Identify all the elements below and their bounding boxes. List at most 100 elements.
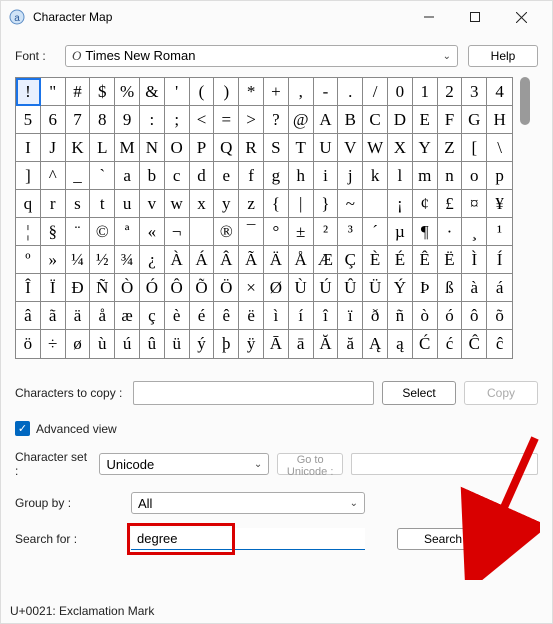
- char-cell[interactable]: ?: [264, 106, 289, 134]
- char-cell[interactable]: Û: [338, 274, 363, 302]
- char-cell[interactable]: £: [438, 190, 463, 218]
- char-cell[interactable]: û: [140, 330, 165, 358]
- char-cell[interactable]: Ù: [289, 274, 314, 302]
- char-cell[interactable]: e: [214, 162, 239, 190]
- char-cell[interactable]: É: [388, 246, 413, 274]
- char-cell[interactable]: [190, 218, 215, 246]
- char-cell[interactable]: ¼: [66, 246, 91, 274]
- char-cell[interactable]: \: [487, 134, 512, 162]
- char-cell[interactable]: p: [487, 162, 512, 190]
- char-cell[interactable]: 6: [41, 106, 66, 134]
- char-cell[interactable]: è: [165, 302, 190, 330]
- char-cell[interactable]: *: [239, 78, 264, 106]
- char-cell[interactable]: w: [165, 190, 190, 218]
- char-cell[interactable]: ą: [388, 330, 413, 358]
- char-cell[interactable]: ¿: [140, 246, 165, 274]
- char-cell[interactable]: Ĉ: [462, 330, 487, 358]
- char-cell[interactable]: o: [462, 162, 487, 190]
- scrollbar-thumb[interactable]: [520, 77, 530, 125]
- char-cell[interactable]: â: [16, 302, 41, 330]
- char-cell[interactable]: j: [338, 162, 363, 190]
- maximize-button[interactable]: [452, 1, 498, 33]
- char-cell[interactable]: á: [487, 274, 512, 302]
- char-cell[interactable]: .: [338, 78, 363, 106]
- char-cell[interactable]: Å: [289, 246, 314, 274]
- char-cell[interactable]: Â: [214, 246, 239, 274]
- groupby-select[interactable]: All⌄: [131, 492, 365, 514]
- char-cell[interactable]: y: [214, 190, 239, 218]
- char-cell[interactable]: r: [41, 190, 66, 218]
- char-cell[interactable]: ³: [338, 218, 363, 246]
- char-cell[interactable]: å: [90, 302, 115, 330]
- help-button[interactable]: Help: [468, 45, 538, 67]
- char-cell[interactable]: ë: [239, 302, 264, 330]
- char-cell[interactable]: Ā: [264, 330, 289, 358]
- char-cell[interactable]: Y: [413, 134, 438, 162]
- char-cell[interactable]: a: [115, 162, 140, 190]
- char-cell[interactable]: õ: [487, 302, 512, 330]
- char-cell[interactable]: I: [16, 134, 41, 162]
- char-cell[interactable]: ": [41, 78, 66, 106]
- char-cell[interactable]: J: [41, 134, 66, 162]
- char-cell[interactable]: q: [16, 190, 41, 218]
- characters-to-copy-input[interactable]: [133, 381, 374, 405]
- char-cell[interactable]: m: [413, 162, 438, 190]
- char-cell[interactable]: ô: [462, 302, 487, 330]
- char-cell[interactable]: z: [239, 190, 264, 218]
- char-cell[interactable]: Ø: [264, 274, 289, 302]
- char-cell[interactable]: ¯: [239, 218, 264, 246]
- char-cell[interactable]: Z: [438, 134, 463, 162]
- char-cell[interactable]: Q: [214, 134, 239, 162]
- char-cell[interactable]: ¶: [413, 218, 438, 246]
- char-cell[interactable]: @: [289, 106, 314, 134]
- char-cell[interactable]: ): [214, 78, 239, 106]
- char-cell[interactable]: T: [289, 134, 314, 162]
- char-cell[interactable]: à: [462, 274, 487, 302]
- char-cell[interactable]: b: [140, 162, 165, 190]
- char-cell[interactable]: ÷: [41, 330, 66, 358]
- char-cell[interactable]: ,: [289, 78, 314, 106]
- char-cell[interactable]: R: [239, 134, 264, 162]
- char-cell[interactable]: ø: [66, 330, 91, 358]
- char-cell[interactable]: #: [66, 78, 91, 106]
- char-cell[interactable]: f: [239, 162, 264, 190]
- char-cell[interactable]: Ă: [314, 330, 339, 358]
- char-cell[interactable]: {: [264, 190, 289, 218]
- char-cell[interactable]: ´: [363, 218, 388, 246]
- char-cell[interactable]: ý: [190, 330, 215, 358]
- font-select[interactable]: OTimes New Roman ⌄: [65, 45, 458, 67]
- char-cell[interactable]: ¦: [16, 218, 41, 246]
- char-cell[interactable]: A: [314, 106, 339, 134]
- char-cell[interactable]: O: [165, 134, 190, 162]
- search-input[interactable]: [131, 528, 365, 550]
- char-cell[interactable]: À: [165, 246, 190, 274]
- charset-select[interactable]: Unicode⌄: [99, 453, 269, 475]
- char-cell[interactable]: _: [66, 162, 91, 190]
- char-cell[interactable]: ¸: [462, 218, 487, 246]
- char-cell[interactable]: %: [115, 78, 140, 106]
- char-cell[interactable]: ò: [413, 302, 438, 330]
- char-cell[interactable]: °: [264, 218, 289, 246]
- char-cell[interactable]: ă: [338, 330, 363, 358]
- char-cell[interactable]: ß: [438, 274, 463, 302]
- char-cell[interactable]: Î: [16, 274, 41, 302]
- char-cell[interactable]: Ë: [438, 246, 463, 274]
- char-cell[interactable]: ï: [338, 302, 363, 330]
- char-cell[interactable]: W: [363, 134, 388, 162]
- char-cell[interactable]: h: [289, 162, 314, 190]
- char-cell[interactable]: |: [289, 190, 314, 218]
- char-cell[interactable]: î: [314, 302, 339, 330]
- char-cell[interactable]: 9: [115, 106, 140, 134]
- char-cell[interactable]: 5: [16, 106, 41, 134]
- char-cell[interactable]: &: [140, 78, 165, 106]
- char-cell[interactable]: ā: [289, 330, 314, 358]
- char-cell[interactable]: 7: [66, 106, 91, 134]
- char-cell[interactable]: Ö: [214, 274, 239, 302]
- char-cell[interactable]: Ü: [363, 274, 388, 302]
- char-cell[interactable]: S: [264, 134, 289, 162]
- char-cell[interactable]: Õ: [190, 274, 215, 302]
- char-cell[interactable]: s: [66, 190, 91, 218]
- char-cell[interactable]: ¤: [462, 190, 487, 218]
- char-cell[interactable]: È: [363, 246, 388, 274]
- char-cell[interactable]: ¬: [165, 218, 190, 246]
